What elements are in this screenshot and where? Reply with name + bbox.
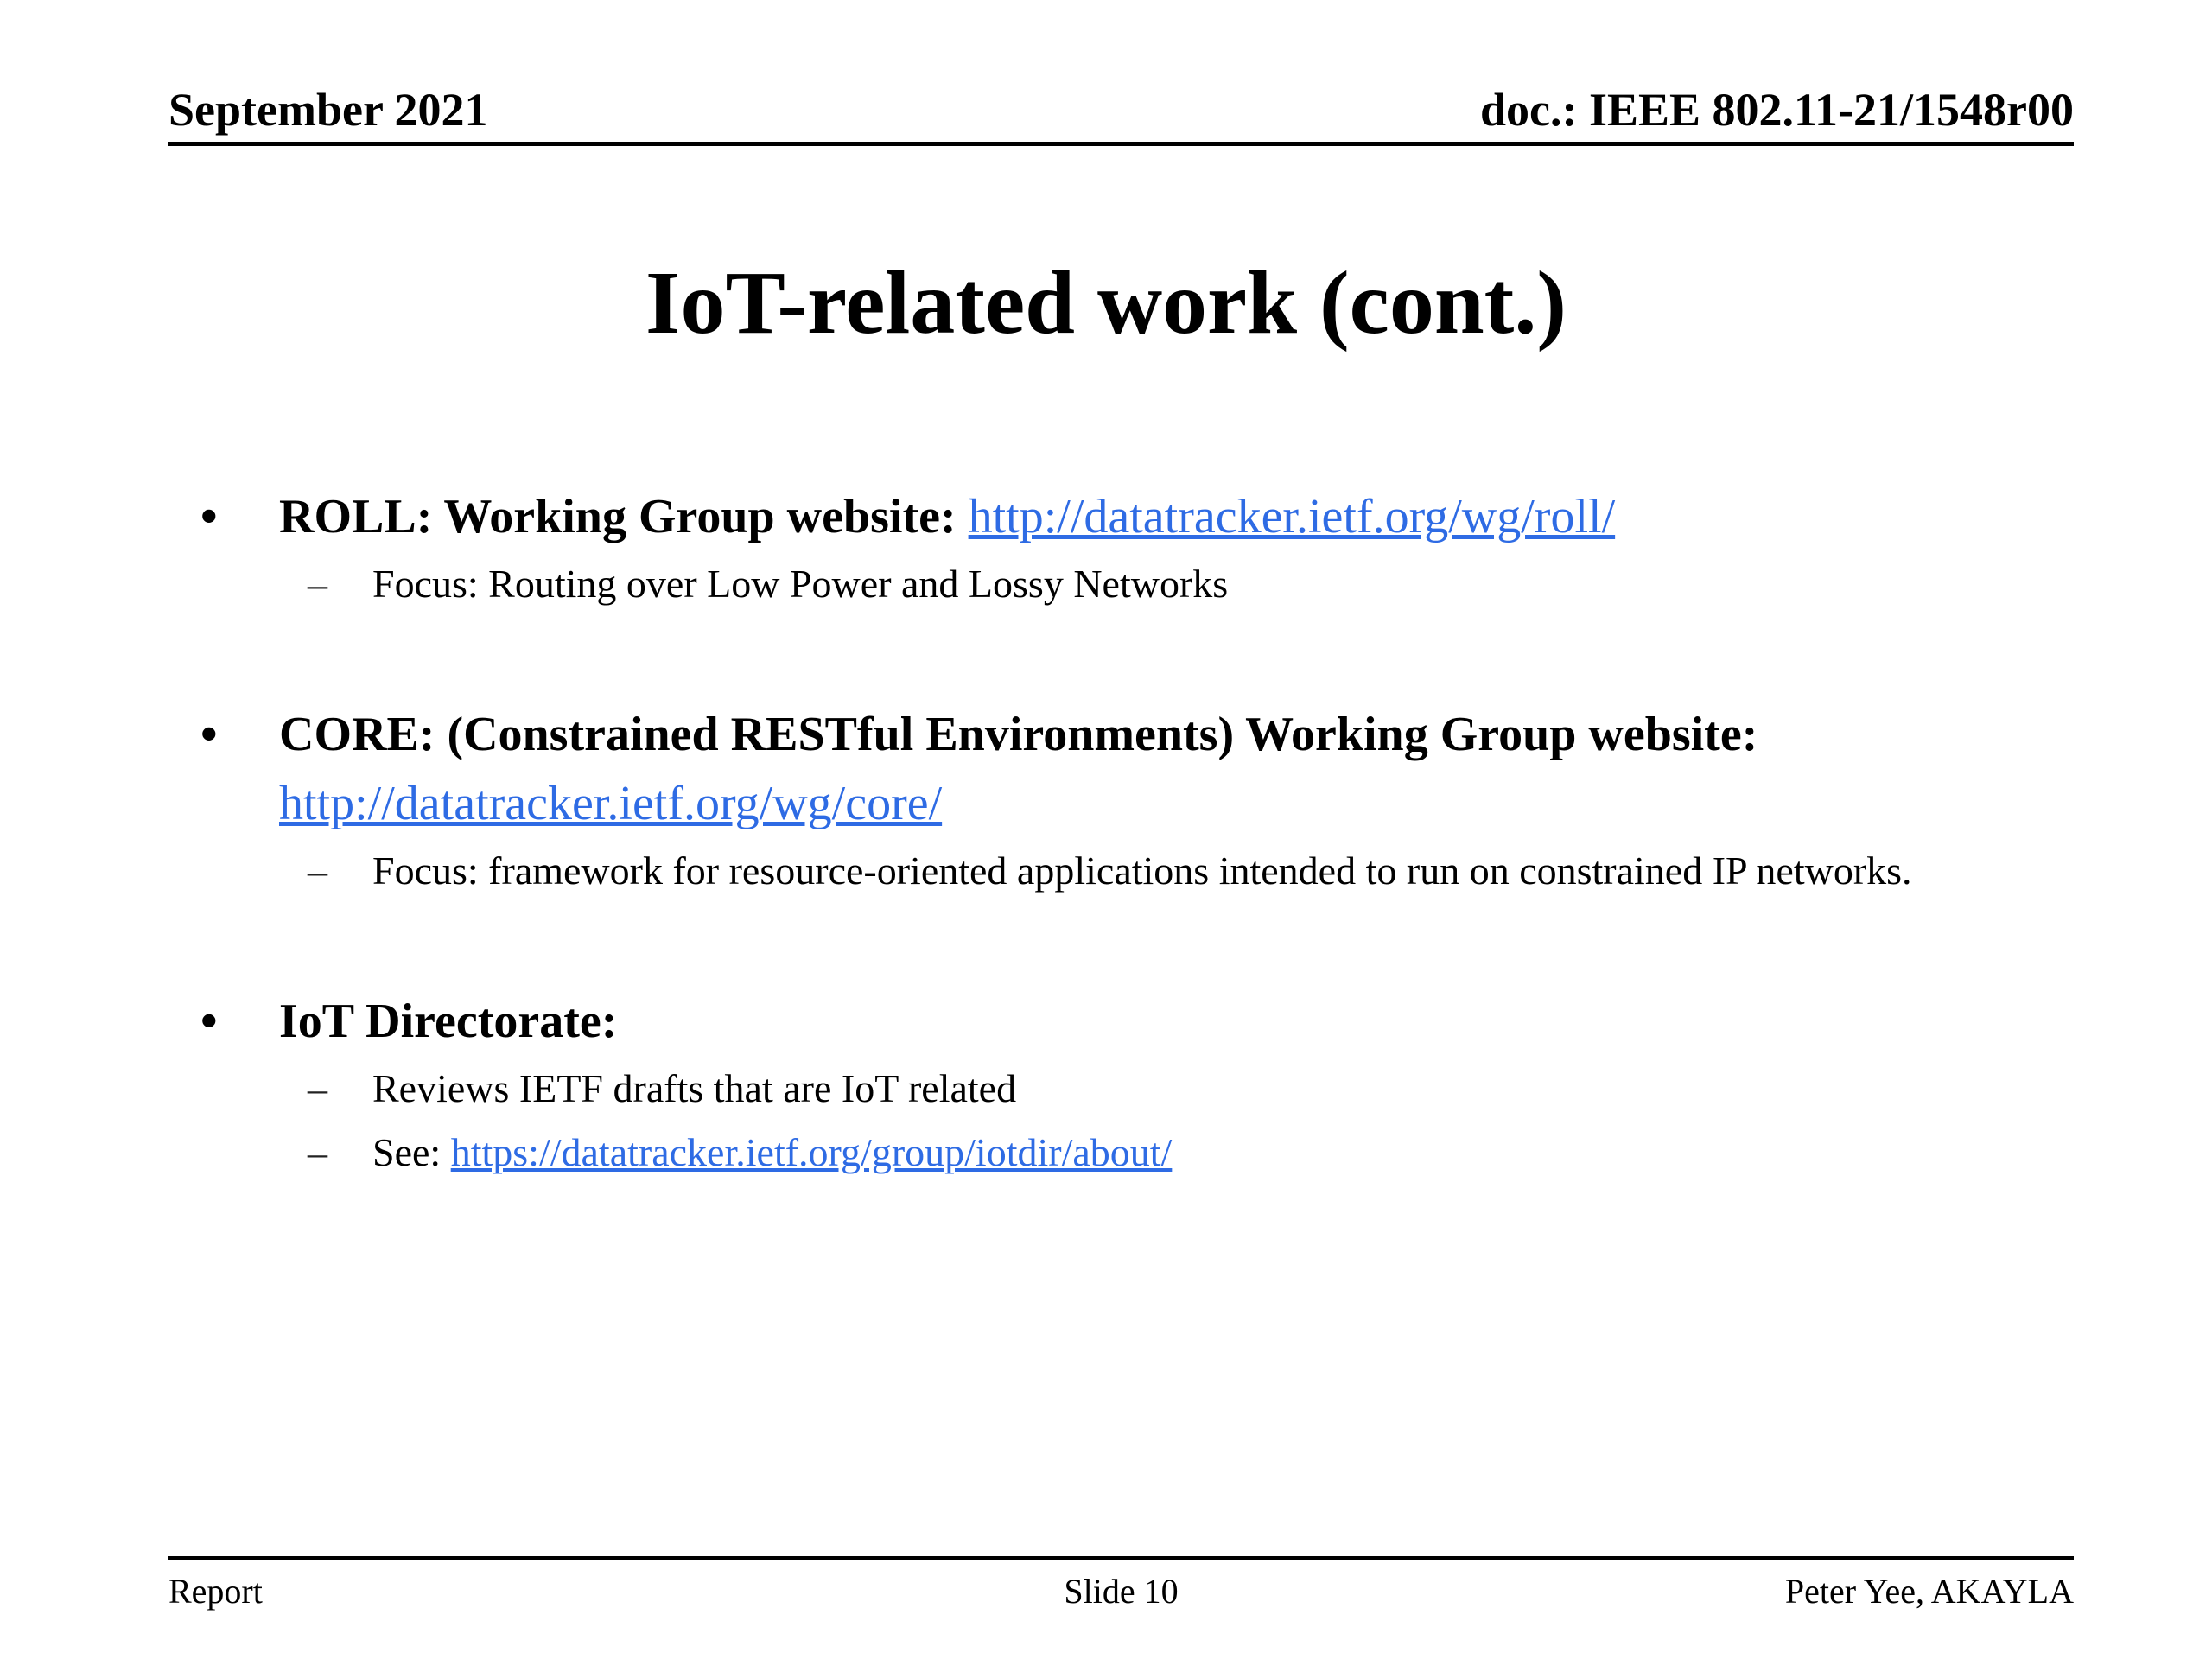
bullet-item-iot-directorate: • IoT Directorate: – Reviews IETF drafts… [200, 987, 2101, 1179]
see-prefix-text: See: [372, 1130, 451, 1174]
roll-focus-text: Focus: Routing over Low Power and Lossy … [372, 558, 1228, 610]
core-focus-text: Focus: framework for resource-oriented a… [372, 845, 1912, 897]
dash-icon: – [308, 1127, 372, 1179]
dash-icon: – [308, 558, 372, 610]
footer-report-label: Report [168, 1571, 804, 1612]
sub-bullet-line: – Reviews IETF drafts that are IoT relat… [308, 1063, 2101, 1115]
bullet-icon: • [200, 482, 279, 551]
dash-icon: – [308, 1063, 372, 1115]
bullet-icon: • [200, 700, 279, 769]
bullet-list: • ROLL: Working Group website: http://da… [200, 482, 2101, 1179]
bullet-icon: • [200, 987, 279, 1056]
iot-directorate-lead-text: IoT Directorate: [279, 995, 617, 1048]
bullet-item-roll: • ROLL: Working Group website: http://da… [200, 482, 2101, 610]
roll-lead-text: ROLL: Working Group website: [279, 490, 969, 543]
header-doc-number: doc.: IEEE 802.11-21/1548r00 [1480, 83, 2074, 137]
core-link[interactable]: http://datatracker.ietf.org/wg/core/ [279, 769, 2101, 838]
bullet-item-core: • CORE: (Constrained RESTful Environment… [200, 700, 2101, 897]
core-heading: CORE: (Constrained RESTful Environments)… [279, 700, 2101, 838]
footer-author: Peter Yee, AKAYLA [1439, 1571, 2074, 1612]
iot-directorate-see-line: See: https://datatracker.ietf.org/group/… [372, 1127, 1172, 1179]
slide-footer: Report Slide 10 Peter Yee, AKAYLA [168, 1556, 2074, 1612]
core-lead-text: CORE: (Constrained RESTful Environments)… [279, 708, 1758, 761]
sub-bullet-line: – Focus: framework for resource-oriented… [308, 845, 2101, 897]
sub-bullet-line: – See: https://datatracker.ietf.org/grou… [308, 1127, 2101, 1179]
roll-link[interactable]: http://datatracker.ietf.org/wg/roll/ [969, 490, 1616, 543]
roll-heading: ROLL: Working Group website: http://data… [279, 482, 2101, 551]
iot-directorate-heading: IoT Directorate: [279, 987, 2101, 1056]
sub-bullet-line: – Focus: Routing over Low Power and Loss… [308, 558, 2101, 610]
bullet-line: • IoT Directorate: [200, 987, 2101, 1056]
bullet-line: • CORE: (Constrained RESTful Environment… [200, 700, 2101, 838]
slide-header: September 2021 doc.: IEEE 802.11-21/1548… [168, 83, 2074, 146]
page-title: IoT-related work (cont.) [0, 247, 2212, 359]
iot-directorate-reviews-text: Reviews IETF drafts that are IoT related [372, 1063, 1016, 1115]
iotdir-link[interactable]: https://datatracker.ietf.org/group/iotdi… [451, 1130, 1173, 1174]
dash-icon: – [308, 845, 372, 897]
bullet-line: • ROLL: Working Group website: http://da… [200, 482, 2101, 551]
header-date: September 2021 [168, 83, 487, 137]
slide-canvas: September 2021 doc.: IEEE 802.11-21/1548… [0, 0, 2212, 1659]
footer-slide-number: Slide 10 [804, 1571, 1439, 1612]
